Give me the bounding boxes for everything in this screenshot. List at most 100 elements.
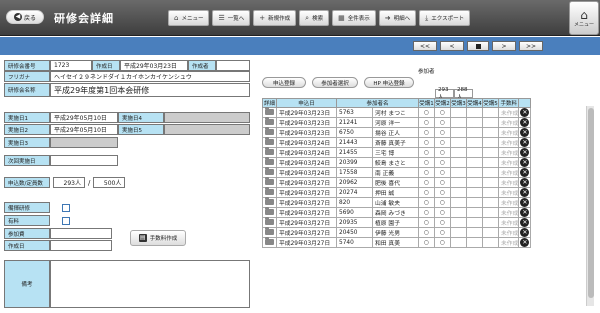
detail-cell[interactable] [262, 216, 277, 228]
author-field[interactable] [216, 60, 250, 71]
next-page-button[interactable]: > [492, 41, 516, 51]
table-row[interactable]: 平成29年03月27日 20274 押田 誠 ○ ○ 未作成 ✕ [262, 186, 532, 198]
day3-field[interactable] [50, 137, 118, 148]
folder-icon[interactable] [265, 156, 274, 165]
attend1-cell[interactable]: ○ [418, 137, 435, 148]
detail-cell[interactable] [262, 166, 277, 178]
attend3-cell[interactable] [450, 117, 467, 128]
delete-icon[interactable]: ✕ [520, 218, 530, 227]
attend1-cell[interactable]: ○ [418, 177, 435, 188]
attend3-cell[interactable] [450, 177, 467, 188]
attend4-cell[interactable] [466, 197, 483, 208]
name-field[interactable]: 平成29年度第1回本会研修 [50, 83, 250, 97]
detail-cell[interactable] [262, 116, 277, 128]
attend3-cell[interactable] [450, 197, 467, 208]
attend3-cell[interactable] [450, 187, 467, 198]
id-field[interactable]: 1723 [50, 60, 92, 71]
detail-cell[interactable] [262, 196, 277, 208]
attend2-cell[interactable]: ○ [434, 147, 451, 158]
attend4-cell[interactable] [466, 177, 483, 188]
attend5-cell[interactable] [482, 217, 499, 228]
attend3-cell[interactable] [450, 237, 467, 248]
attend5-cell[interactable] [482, 117, 499, 128]
day5-field[interactable] [164, 124, 250, 135]
attend1-cell[interactable]: ○ [418, 127, 435, 138]
attend4-cell[interactable] [466, 137, 483, 148]
delete-cell[interactable]: ✕ [518, 197, 532, 208]
delete-cell[interactable]: ✕ [518, 207, 532, 218]
delete-cell[interactable]: ✕ [518, 167, 532, 178]
attend3-cell[interactable] [450, 127, 467, 138]
select-participants-button[interactable]: 参加者選択 [312, 77, 358, 88]
hp-register-button[interactable]: HP 申込登録 [364, 77, 414, 88]
delete-cell[interactable]: ✕ [518, 227, 532, 238]
attend2-cell[interactable]: ○ [434, 197, 451, 208]
attend3-cell[interactable] [450, 227, 467, 238]
create-fee-button[interactable]: ▤ 手数料作成 [130, 230, 186, 246]
grid-toolbar-button[interactable]: ▦ 全件表示 [332, 10, 376, 26]
attend2-cell[interactable]: ○ [434, 107, 451, 118]
attend2-cell[interactable]: ○ [434, 227, 451, 238]
delete-icon[interactable]: ✕ [520, 198, 530, 207]
scrollbar-thumb[interactable] [588, 108, 594, 298]
attend4-cell[interactable] [466, 207, 483, 218]
attend5-cell[interactable] [482, 237, 499, 248]
attend1-cell[interactable]: ○ [418, 187, 435, 198]
attend5-cell[interactable] [482, 207, 499, 218]
attend2-cell[interactable]: ○ [434, 187, 451, 198]
attend5-cell[interactable] [482, 127, 499, 138]
table-row[interactable]: 平成29年03月27日 20935 植原 園子 ○ ○ 未作成 ✕ [262, 216, 532, 228]
folder-icon[interactable] [265, 216, 274, 225]
remarks-field[interactable] [50, 260, 250, 308]
back-button[interactable]: ◀ 戻る [6, 10, 44, 24]
fee-field[interactable] [50, 228, 112, 239]
attend3-cell[interactable] [450, 137, 467, 148]
detail-cell[interactable] [262, 186, 277, 198]
detail-cell[interactable] [262, 236, 277, 248]
attend1-cell[interactable]: ○ [418, 207, 435, 218]
delete-icon[interactable]: ✕ [520, 118, 530, 127]
folder-icon[interactable] [265, 106, 274, 115]
home-toolbar-button[interactable]: ⌂ メニュー [168, 10, 210, 26]
delete-icon[interactable]: ✕ [520, 188, 530, 197]
delete-icon[interactable]: ✕ [520, 238, 530, 247]
capacity-field[interactable]: 500人 [93, 177, 126, 188]
stop-button[interactable] [467, 41, 489, 51]
day1-field[interactable]: 平成29年05月10日 [50, 112, 118, 123]
attend4-cell[interactable] [466, 217, 483, 228]
detail-cell[interactable] [262, 226, 277, 238]
search-toolbar-button[interactable]: ⌕ 検索 [299, 10, 330, 26]
attend1-cell[interactable]: ○ [418, 217, 435, 228]
folder-icon[interactable] [265, 136, 274, 145]
attend1-cell[interactable]: ○ [418, 237, 435, 248]
register-button[interactable]: 申込登録 [262, 77, 306, 88]
next-date-field[interactable] [50, 155, 118, 166]
attend4-cell[interactable] [466, 107, 483, 118]
table-row[interactable]: 平成29年03月24日 21443 斎藤 真美子 ○ ○ 未作成 ✕ [262, 136, 532, 148]
detail-cell[interactable] [262, 176, 277, 188]
folder-icon[interactable] [265, 166, 274, 175]
attend5-cell[interactable] [482, 107, 499, 118]
delete-icon[interactable]: ✕ [520, 108, 530, 117]
menu-button[interactable]: ⌂ メニュー [569, 1, 599, 35]
attend1-cell[interactable]: ○ [418, 197, 435, 208]
attend3-cell[interactable] [450, 217, 467, 228]
delete-cell[interactable]: ✕ [518, 147, 532, 158]
detail-cell[interactable] [262, 106, 277, 118]
delete-cell[interactable]: ✕ [518, 237, 532, 248]
attend4-cell[interactable] [466, 127, 483, 138]
attend1-cell[interactable]: ○ [418, 167, 435, 178]
folder-icon[interactable] [265, 126, 274, 135]
attend1-cell[interactable]: ○ [418, 227, 435, 238]
arrow-right-toolbar-button[interactable]: ➜ 明細へ [378, 10, 417, 26]
fun-checkbox[interactable] [62, 203, 70, 212]
folder-icon[interactable] [265, 176, 274, 185]
attend1-cell[interactable]: ○ [418, 157, 435, 168]
attend5-cell[interactable] [482, 187, 499, 198]
delete-cell[interactable]: ✕ [518, 177, 532, 188]
table-row[interactable]: 平成29年03月27日 5690 森岡 みづき ○ ○ 未作成 ✕ [262, 206, 532, 218]
folder-icon[interactable] [265, 226, 274, 235]
table-row[interactable]: 平成29年03月24日 21455 三宅 博 ○ ○ 未作成 ✕ [262, 146, 532, 158]
attend2-cell[interactable]: ○ [434, 127, 451, 138]
attend2-cell[interactable]: ○ [434, 137, 451, 148]
